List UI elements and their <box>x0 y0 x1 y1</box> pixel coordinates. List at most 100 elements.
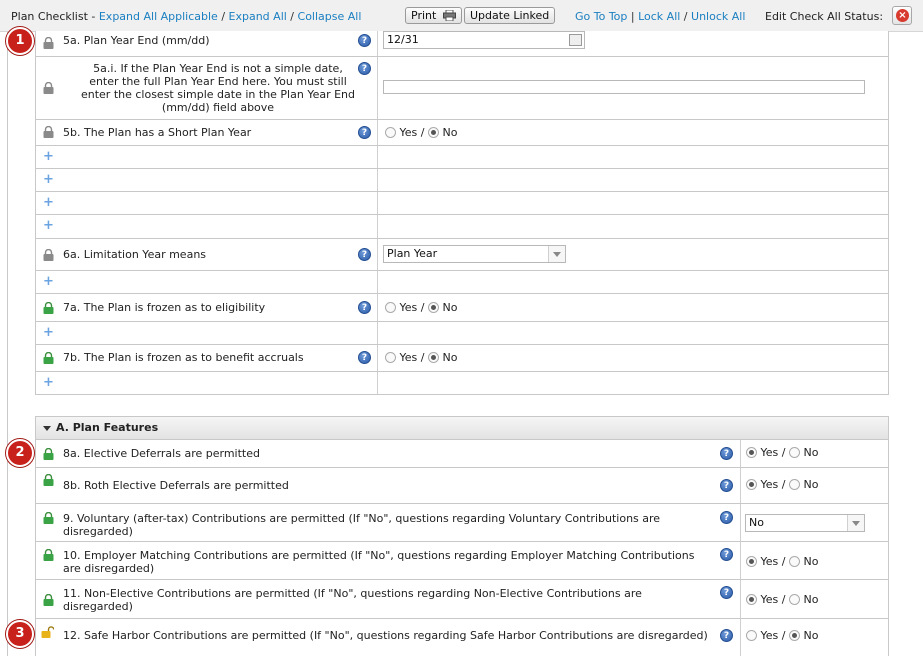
open-lock-icon[interactable] <box>41 626 54 638</box>
help-icon[interactable]: ? <box>358 301 371 314</box>
plus-icon[interactable]: + <box>43 326 54 339</box>
plus-icon[interactable]: + <box>43 275 54 288</box>
question-line: (mm/dd) field above <box>161 101 275 114</box>
no-radio[interactable] <box>427 127 439 138</box>
unlocked-lock-icon[interactable] <box>43 448 54 460</box>
yes-radio[interactable] <box>746 630 757 641</box>
column-divider <box>377 120 378 145</box>
help-icon[interactable]: ? <box>720 629 733 642</box>
column-divider <box>377 239 378 270</box>
help-icon[interactable]: ? <box>720 447 733 460</box>
column-divider <box>377 31 378 56</box>
limitation-year-select[interactable]: Plan Year <box>383 245 566 263</box>
close-icon: × <box>896 9 909 22</box>
lock-all-link[interactable]: Lock All <box>638 10 680 23</box>
checklist-row-9: 9. Voluntary (after-tax) Contributions a… <box>35 504 889 542</box>
help-icon[interactable]: ? <box>720 548 733 561</box>
expand-all-link[interactable]: Expand All <box>229 10 287 23</box>
step-marker: 1 <box>6 27 34 55</box>
column-divider <box>377 192 378 214</box>
yes-radio[interactable] <box>746 594 757 605</box>
print-button[interactable]: Print <box>405 7 462 24</box>
go-to-top-link[interactable]: Go To Top <box>575 10 627 23</box>
no-label: No <box>442 301 458 314</box>
plus-icon[interactable]: + <box>43 150 54 163</box>
lock-icon[interactable] <box>43 249 54 261</box>
lock-nav: Go To Top | Lock All / Unlock All <box>575 10 745 23</box>
lock-icon[interactable] <box>43 82 54 94</box>
no-radio[interactable] <box>788 479 800 490</box>
yes-label: Yes / <box>399 126 425 139</box>
plus-icon[interactable]: + <box>43 196 54 209</box>
unlocked-lock-icon[interactable] <box>43 512 54 524</box>
empty-row: + <box>35 146 889 169</box>
unlocked-lock-icon[interactable] <box>43 474 54 486</box>
edit-status-button[interactable]: × <box>892 6 912 25</box>
checklist-nav: Plan Checklist - Expand All Applicable /… <box>11 10 361 23</box>
yes-radio[interactable] <box>385 352 396 363</box>
no-radio[interactable] <box>788 447 800 458</box>
help-icon[interactable]: ? <box>358 351 371 364</box>
unlocked-lock-icon[interactable] <box>43 549 54 561</box>
lock-icon[interactable] <box>43 126 54 138</box>
no-radio[interactable] <box>427 302 439 313</box>
yes-radio[interactable] <box>746 556 757 567</box>
yes-no-radio-group: Yes / No <box>385 126 457 139</box>
column-divider <box>377 271 378 293</box>
no-radio[interactable] <box>788 630 800 641</box>
voluntary-contributions-select[interactable]: No <box>745 514 865 532</box>
yes-radio[interactable] <box>746 479 757 490</box>
yes-radio[interactable] <box>385 302 396 313</box>
question-line: are disregarded) <box>63 562 155 575</box>
empty-row: + <box>35 322 889 345</box>
no-radio[interactable] <box>788 556 800 567</box>
yes-label: Yes / <box>760 629 786 642</box>
question-text: 7b. The Plan is frozen as to benefit acc… <box>63 351 304 364</box>
yes-label: Yes / <box>760 478 786 491</box>
select-value: No <box>749 516 764 529</box>
help-icon[interactable]: ? <box>358 248 371 261</box>
help-icon[interactable]: ? <box>358 126 371 139</box>
calendar-icon[interactable] <box>569 34 582 46</box>
section-header-plan-features[interactable]: A. Plan Features <box>35 416 889 440</box>
yes-radio[interactable] <box>746 447 757 458</box>
checklist-row-10: 10. Employer Matching Contributions are … <box>35 542 889 580</box>
unlock-all-link[interactable]: Unlock All <box>691 10 745 23</box>
unlocked-lock-icon[interactable] <box>43 594 54 606</box>
yes-label: Yes / <box>399 301 425 314</box>
plus-icon[interactable]: + <box>43 376 54 389</box>
column-divider <box>740 619 741 656</box>
update-linked-button[interactable]: Update Linked <box>464 7 556 24</box>
checklist-row-11: 11. Non-Elective Contributions are permi… <box>35 580 889 619</box>
column-divider <box>377 372 378 394</box>
no-radio[interactable] <box>427 352 439 363</box>
checklist-row-5a: 5a. Plan Year End (mm/dd) ? 12/31 <box>35 31 889 57</box>
checklist-row-12: 12. Safe Harbor Contributions are permit… <box>35 619 889 656</box>
expand-all-applicable-link[interactable]: Expand All Applicable <box>99 10 218 23</box>
edit-check-all-status-label: Edit Check All Status: <box>765 10 884 23</box>
unlocked-lock-icon[interactable] <box>43 352 54 364</box>
separator: | <box>627 10 639 23</box>
lock-icon[interactable] <box>43 37 54 49</box>
empty-row: + <box>35 271 889 294</box>
no-radio[interactable] <box>788 594 800 605</box>
help-icon[interactable]: ? <box>358 34 371 47</box>
column-divider <box>377 57 378 119</box>
collapse-all-link[interactable]: Collapse All <box>298 10 362 23</box>
plus-icon[interactable]: + <box>43 173 54 186</box>
yes-radio[interactable] <box>385 127 396 138</box>
full-plan-year-end-input[interactable] <box>383 80 865 94</box>
unlocked-lock-icon[interactable] <box>43 302 54 314</box>
help-icon[interactable]: ? <box>720 511 733 524</box>
no-label: No <box>803 446 819 459</box>
plan-year-end-input[interactable]: 12/31 <box>383 31 585 49</box>
question-line: 9. Voluntary (after-tax) Contributions a… <box>63 512 661 525</box>
help-icon[interactable]: ? <box>720 586 733 599</box>
no-label: No <box>442 351 458 364</box>
help-icon[interactable]: ? <box>358 62 371 75</box>
plus-icon[interactable]: + <box>43 219 54 232</box>
help-icon[interactable]: ? <box>720 479 733 492</box>
empty-row: + <box>35 372 889 395</box>
question-text: 10. Employer Matching Contributions are … <box>63 549 694 575</box>
column-divider <box>377 146 378 168</box>
